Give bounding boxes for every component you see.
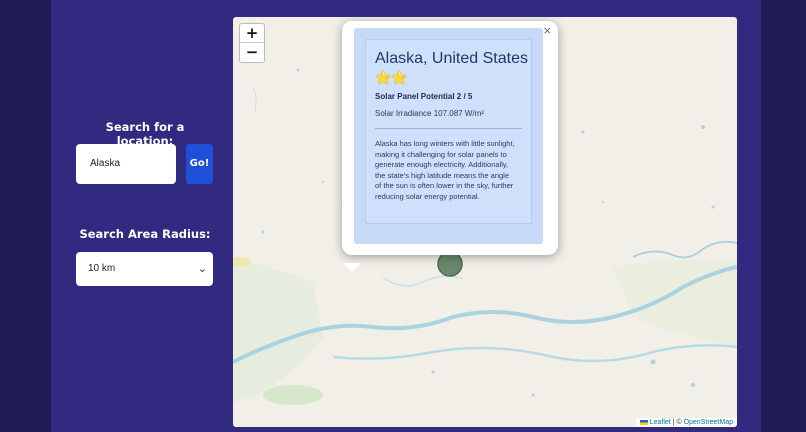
radius-select[interactable]: 10 km ⌄	[76, 252, 213, 286]
location-description: Alaska has long winters with little sunl…	[375, 139, 515, 201]
solar-irradiance: Solar Irradiance 107.087 W/m²	[375, 109, 484, 118]
radius-label: Search Area Radius:	[79, 227, 211, 241]
solar-potential: Solar Panel Potential 2 / 5	[375, 92, 473, 101]
zoom-in-button[interactable]: +	[240, 24, 264, 43]
map[interactable]: + − × Alaska, United States ⭐⭐ Solar Pan…	[233, 17, 737, 427]
osm-link[interactable]: OpenStreetMap	[684, 419, 733, 426]
star-rating: ⭐⭐	[375, 71, 408, 86]
location-popup: × Alaska, United States ⭐⭐ Solar Panel P…	[342, 21, 558, 255]
search-input[interactable]: Alaska	[76, 144, 176, 184]
chevron-down-icon: ⌄	[197, 263, 207, 275]
map-attribution: Leaflet | © OpenStreetMap	[635, 418, 737, 427]
popup-card: Alaska, United States ⭐⭐ Solar Panel Pot…	[354, 28, 543, 244]
leaflet-link[interactable]: Leaflet	[650, 419, 671, 426]
attribution-separator: | ©	[670, 419, 684, 426]
popup-card-inner: Alaska, United States ⭐⭐ Solar Panel Pot…	[365, 39, 532, 224]
go-button[interactable]: Go!	[186, 144, 213, 184]
close-icon[interactable]: ×	[543, 24, 552, 37]
radius-select-value: 10 km	[88, 263, 116, 274]
divider	[375, 128, 522, 129]
zoom-control: + −	[239, 23, 265, 63]
ukraine-flag-icon	[639, 419, 648, 425]
zoom-out-button[interactable]: −	[240, 43, 264, 61]
popup-tip	[343, 263, 361, 272]
location-title: Alaska, United States	[375, 50, 528, 67]
